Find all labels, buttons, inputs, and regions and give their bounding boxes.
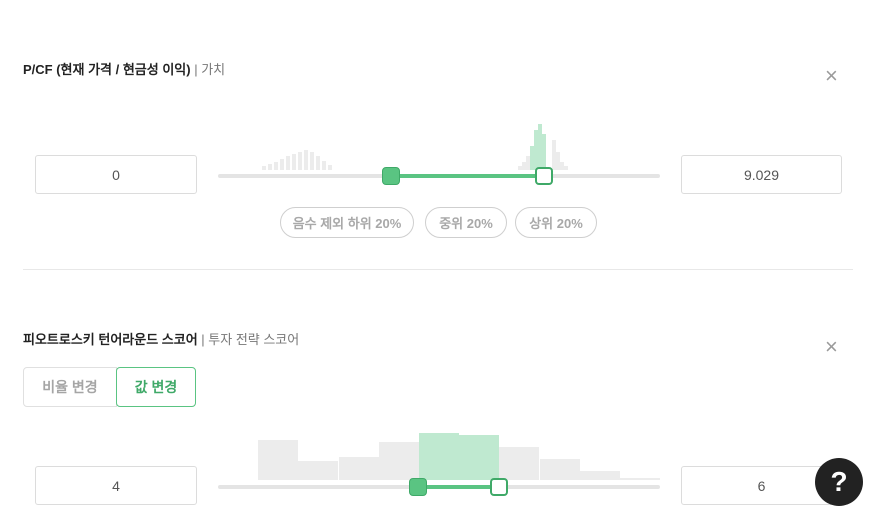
distribution-histogram [218,118,660,170]
histogram-1-svg [262,124,568,170]
histogram-bar [339,457,379,480]
filter-2-subtitle: | 투자 전략 스코어 [201,332,300,347]
filter-1-title: P/CF (현재 가격 / 현금성 이익) | 가치 [23,59,225,78]
help-button[interactable]: ? [815,458,863,506]
range-slider-fill [418,485,499,489]
preset-bottom-20-button[interactable]: 음수 제외 하위 20% [280,207,414,238]
histogram-bar [620,478,660,480]
histogram-bar-selected [459,435,499,480]
filter-1-title-text: P/CF (현재 가격 / 현금성 이익) [23,62,191,77]
histogram-bar [580,471,620,480]
histogram-bar [540,459,580,480]
max-value-field[interactable]: 9.029 [681,155,842,194]
min-value-field[interactable]: 0 [35,155,197,194]
histogram-bar-selected [419,433,459,480]
histogram-bar [379,442,419,480]
max-slider-handle[interactable] [490,478,508,496]
min-slider-handle[interactable] [409,478,427,496]
close-icon[interactable]: × [825,65,838,87]
max-slider-handle[interactable] [535,167,553,185]
close-icon[interactable]: × [825,336,838,358]
min-value-field[interactable]: 4 [35,466,197,505]
filter-2-title: 피오트로스키 턴어라운드 스코어 | 투자 전략 스코어 [23,329,299,348]
section-divider [23,269,853,270]
range-slider-fill [391,174,543,178]
min-slider-handle[interactable] [382,167,400,185]
histogram-bar [298,461,338,480]
preset-top-20-button[interactable]: 상위 20% [515,207,597,238]
histogram-bar [258,440,298,480]
filter-1-subtitle: | 가치 [194,62,226,77]
preset-middle-20-button[interactable]: 중위 20% [425,207,507,238]
tab-ratio-change[interactable]: 비율 변경 [23,367,117,407]
histogram-bar [499,447,539,480]
filter-2-title-text: 피오트로스키 턴어라운드 스코어 [23,332,198,347]
distribution-histogram [258,432,660,480]
tab-value-change[interactable]: 값 변경 [116,367,196,407]
